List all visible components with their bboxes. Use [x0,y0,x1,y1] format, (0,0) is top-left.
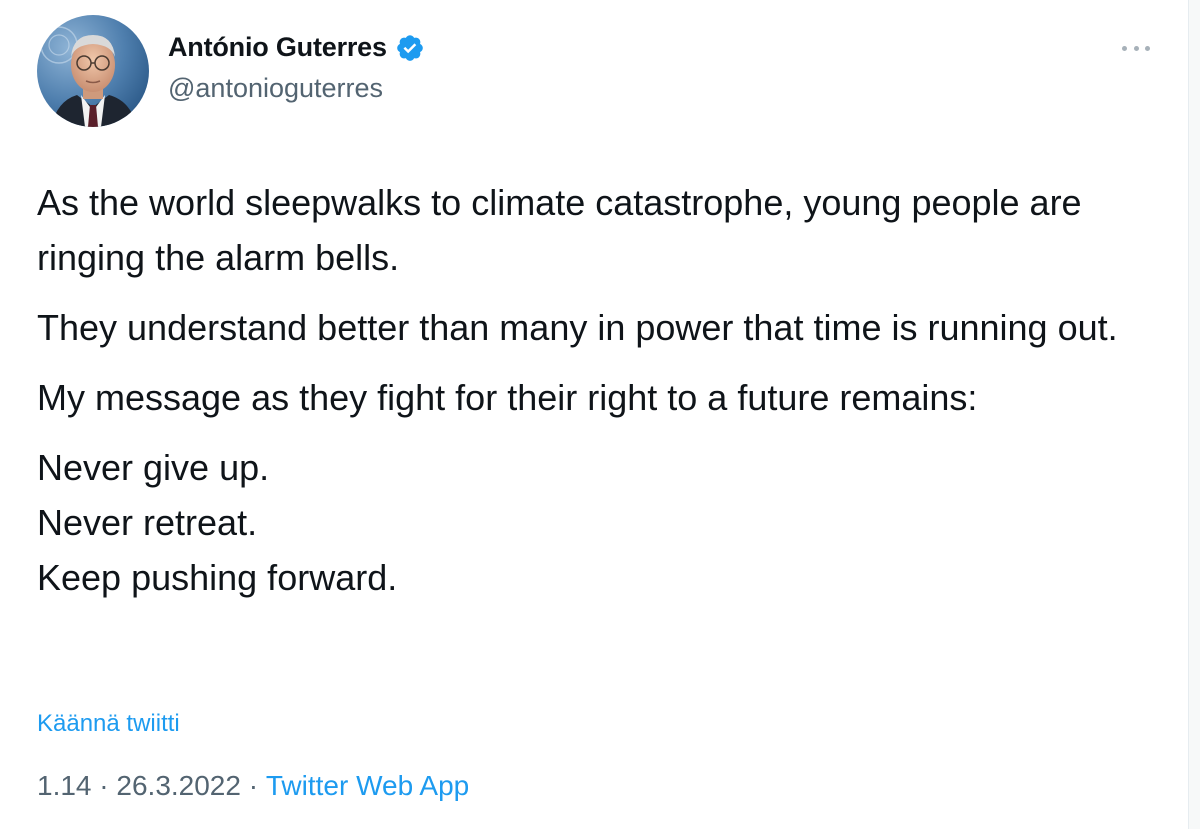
tweet-closing-line: Keep pushing forward. [37,557,398,598]
avatar[interactable] [37,15,149,127]
tweet-paragraph: My message as they fight for their right… [37,377,978,418]
tweet-paragraph: They understand better than many in powe… [37,307,1118,348]
author-display-name[interactable]: António Guterres [168,32,387,63]
tweet-date[interactable]: 26.3.2022 [116,770,241,802]
more-dot [1122,45,1127,51]
more-options-icon[interactable] [1122,40,1150,56]
tweet-paragraph: As the world sleepwalks to climate catas… [37,182,1082,278]
tweet-time[interactable]: 1.14 [37,770,92,802]
meta-separator: · [240,770,266,801]
tweet-closing-line: Never retreat. [37,502,258,543]
tweet-card: António Guterres @antonioguterres As the… [0,0,1188,829]
tweet-meta: 1.14 · 26.3.2022 · Twitter Web App [37,770,469,802]
author-name-row: António Guterres [168,32,425,63]
avatar-image [37,15,149,127]
author-handle[interactable]: @antonioguterres [168,73,383,104]
more-dot [1145,45,1150,51]
tweet-source-link[interactable]: Twitter Web App [266,770,469,802]
verified-badge-icon [397,34,423,61]
translate-tweet-link[interactable]: Käännä twiitti [37,710,180,738]
tweet-closing-line: Never give up. [37,447,270,488]
tweet-text: As the world sleepwalks to climate catas… [37,175,1147,605]
more-dot [1133,45,1139,51]
meta-separator: · [91,770,117,801]
page-edge-divider [1188,0,1200,829]
